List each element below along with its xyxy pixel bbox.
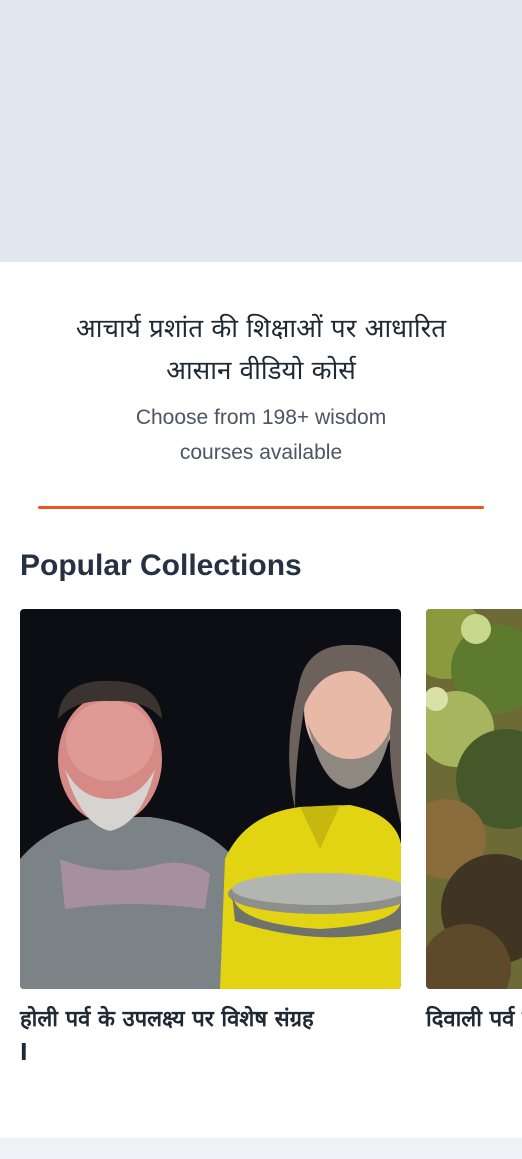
page: आचार्य प्रशांत की शिक्षाओं पर आधारित आसा… (0, 0, 522, 1159)
intro-subtitle-line1: Choose from 198+ wisdom (135, 406, 387, 429)
collection-card[interactable]: दिवाली पर्व संग्रह (426, 609, 522, 1037)
intro-heading: आचार्य प्रशांत की शिक्षाओं पर आधारित आसा… (20, 308, 502, 392)
hero-banner-placeholder (0, 0, 522, 262)
holi-thumbnail-image (20, 609, 401, 989)
intro-section: आचार्य प्रशांत की शिक्षाओं पर आधारित आसा… (0, 262, 522, 522)
diwali-thumbnail-image (426, 609, 522, 989)
intro-heading-line1: आचार्य प्रशांत की शिक्षाओं पर आधारित (75, 314, 447, 344)
footer-strip (0, 1138, 522, 1159)
intro-subtitle: Choose from 198+ wisdom courses availabl… (100, 400, 422, 470)
intro-subtitle-line2: courses available (179, 441, 343, 464)
collection-thumbnail[interactable] (426, 609, 522, 989)
collection-card[interactable]: होली पर्व के उपलक्ष्य पर विशेष संग्रह l (20, 609, 401, 1071)
accent-divider (38, 506, 484, 509)
collection-title[interactable]: होली पर्व के उपलक्ष्य पर विशेष संग्रह l (20, 1003, 320, 1071)
section-title: Popular Collections (20, 549, 302, 582)
collection-title[interactable]: दिवाली पर्व संग्रह (426, 1003, 522, 1037)
collection-thumbnail[interactable] (20, 609, 401, 989)
intro-heading-line2: आसान वीडियो कोर्स (166, 356, 356, 386)
